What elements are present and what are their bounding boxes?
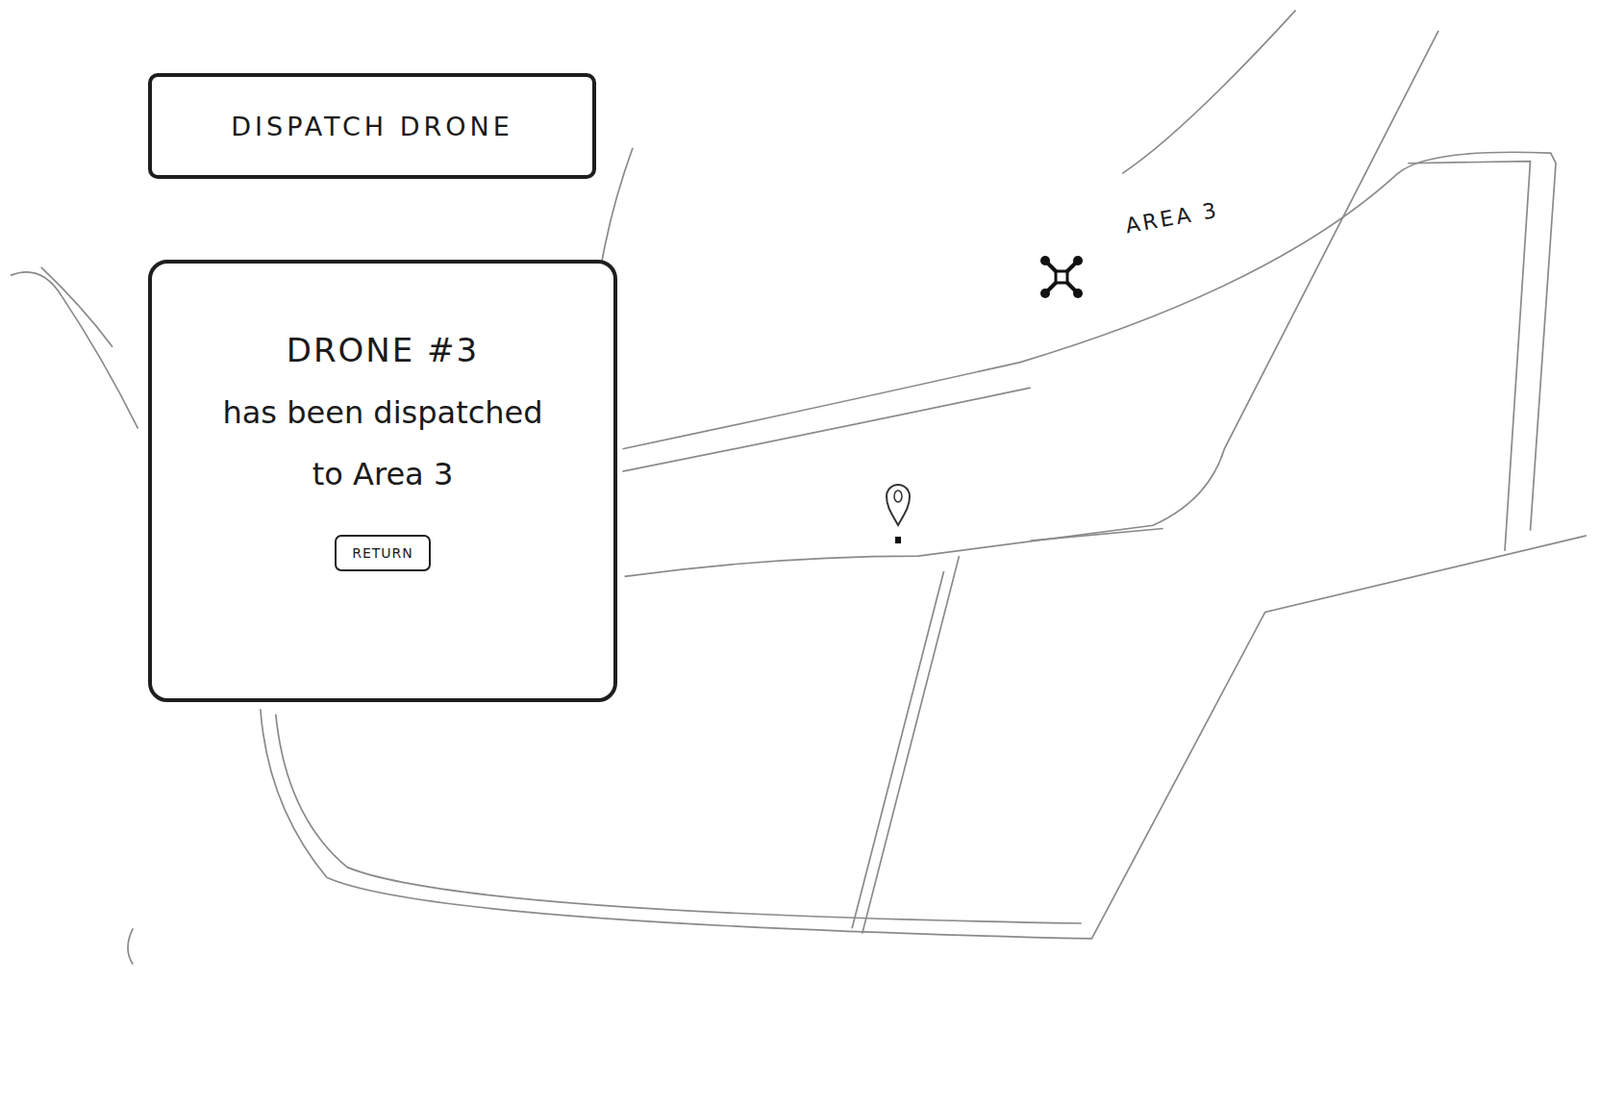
area-label: AREA 3 [1124,198,1222,239]
dispatch-dialog: DRONE #3 has been dispatched to Area 3 RETU… [148,259,618,702]
road [1122,10,1296,175]
road [10,272,139,429]
road [622,151,1556,530]
dialog-message: to Area 3 [312,455,453,493]
road [1407,161,1530,551]
road [41,267,113,348]
drone-icon[interactable] [1036,251,1087,302]
dialog-message: has been dispatched [222,394,543,431]
location-pin-icon[interactable] [882,478,914,549]
map-screen: AREA 3 DISPATCH DRONE DRONE #3 has been dis… [0,0,1600,1108]
road [275,714,1082,924]
road [127,927,133,964]
road [601,148,633,261]
road [851,571,944,928]
dispatch-drone-button[interactable]: DISPATCH DRONE [148,73,597,179]
road [862,555,960,933]
road [1030,527,1164,541]
dialog-title: DRONE #3 [286,330,479,370]
return-button[interactable]: RETURN [334,534,431,572]
road [625,30,1439,577]
road [622,387,1030,472]
